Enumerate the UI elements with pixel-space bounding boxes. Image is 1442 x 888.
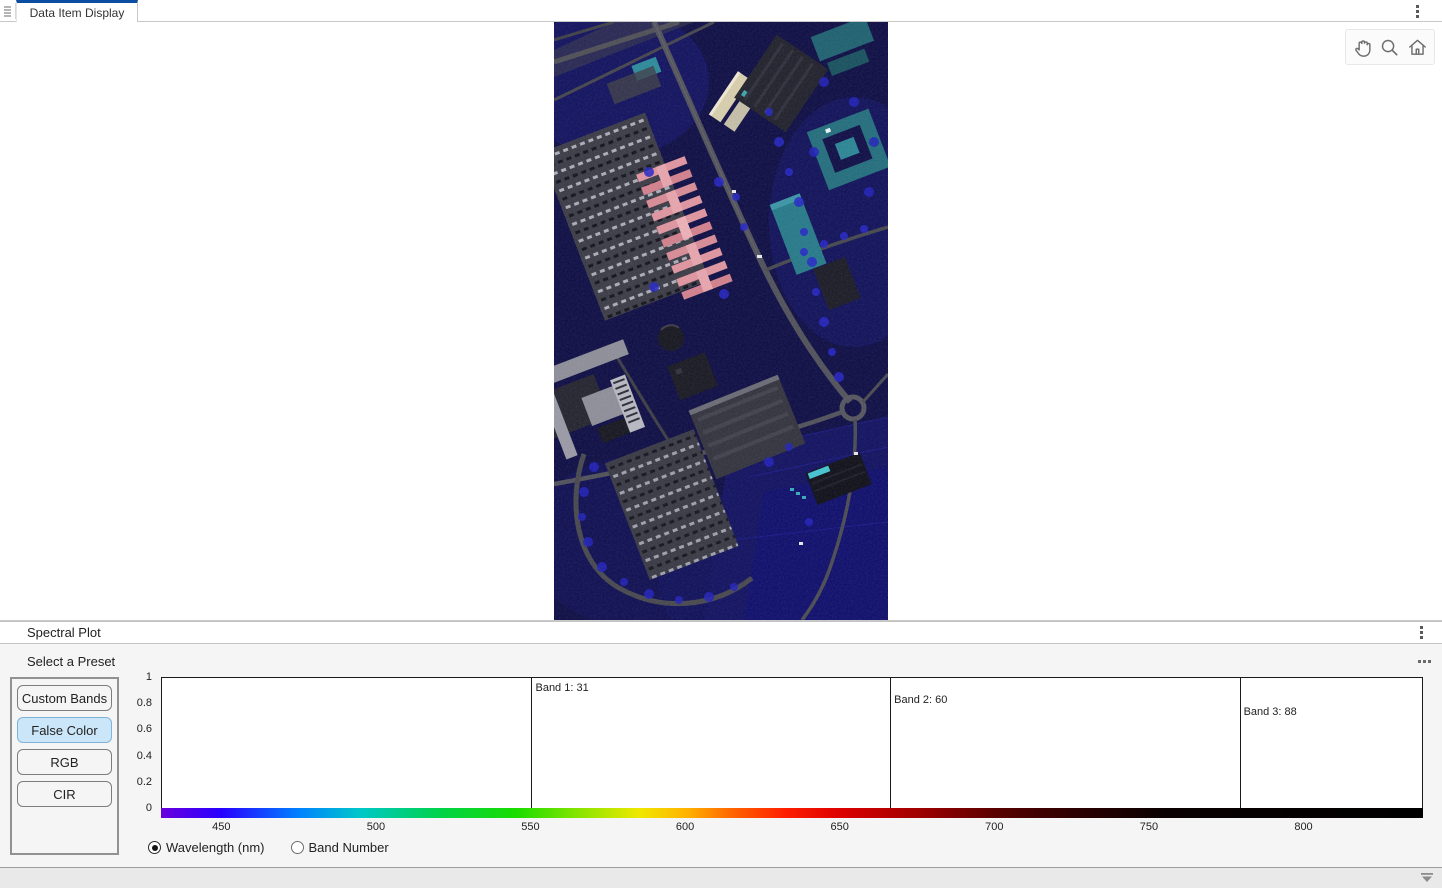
spectral-overflow-button[interactable]: [1416, 625, 1428, 641]
tab-overflow-button[interactable]: [1412, 4, 1424, 20]
y-tick-label: 0.2: [137, 776, 152, 788]
y-tick-label: 0.4: [137, 750, 152, 762]
x-tick-label: 500: [367, 821, 385, 833]
band-marker-line[interactable]: Band 1: 31: [531, 678, 532, 809]
band-marker-line[interactable]: Band 2: 60: [890, 678, 891, 809]
band-number-radio-option[interactable]: Band Number: [291, 840, 389, 855]
list-icon: [2, 3, 15, 19]
preset-button-label: False Color: [31, 723, 97, 738]
vertical-ellipsis-icon: [1420, 626, 1423, 629]
home-icon: [1406, 36, 1429, 59]
spectral-plot-title: Spectral Plot: [27, 622, 101, 643]
status-bar: [0, 867, 1442, 888]
preset-button-group: Custom Bands False Color RGB CIR: [10, 677, 119, 855]
data-item-display-area: [0, 22, 1442, 621]
preset-rgb-button[interactable]: RGB: [17, 749, 112, 775]
home-tool-button[interactable]: [1405, 35, 1430, 60]
band-marker-label: Band 2: 60: [890, 694, 947, 706]
radio-label: Wavelength (nm): [166, 840, 265, 855]
x-axis-unit-selector: Wavelength (nm) Band Number: [148, 840, 389, 855]
collapse-panel-button[interactable]: [1420, 872, 1434, 884]
plot-more-options-button[interactable]: [1418, 660, 1421, 663]
preset-button-label: RGB: [50, 755, 78, 770]
collapse-down-icon: [1420, 872, 1434, 884]
tab-data-item-display[interactable]: Data Item Display: [16, 0, 138, 22]
zoom-magnifier-icon: [1378, 36, 1401, 59]
hyperspectral-false-color-image[interactable]: [554, 22, 888, 620]
tab-list-button[interactable]: [2, 3, 16, 19]
x-tick-label: 600: [676, 821, 694, 833]
vertical-ellipsis-icon: [1416, 5, 1419, 8]
radio-button[interactable]: [291, 841, 304, 854]
select-preset-label: Select a Preset: [27, 654, 115, 669]
band-marker-line[interactable]: Band 3: 88: [1240, 678, 1241, 809]
radio-label: Band Number: [309, 840, 389, 855]
x-tick-label: 800: [1294, 821, 1312, 833]
pan-hand-icon: [1351, 36, 1374, 59]
band-marker-label: Band 3: 88: [1240, 706, 1297, 718]
pan-tool-button[interactable]: [1350, 35, 1375, 60]
zoom-tool-button[interactable]: [1377, 35, 1402, 60]
x-tick-label: 450: [212, 821, 230, 833]
y-tick-label: 1: [146, 671, 152, 683]
preset-custom-bands-button[interactable]: Custom Bands: [17, 685, 112, 711]
x-tick-label: 650: [831, 821, 849, 833]
preset-cir-button[interactable]: CIR: [17, 781, 112, 807]
radio-button[interactable]: [148, 841, 161, 854]
preset-button-label: Custom Bands: [22, 691, 107, 706]
tab-label: Data Item Display: [30, 6, 125, 20]
x-tick-label: 550: [521, 821, 539, 833]
spectral-plot-header: Spectral Plot: [0, 621, 1442, 644]
y-tick-column: 00.20.40.60.81: [126, 677, 156, 808]
axes-toolbar: [1345, 29, 1435, 65]
preset-button-label: CIR: [53, 787, 75, 802]
wavelength-radio-option[interactable]: Wavelength (nm): [148, 840, 265, 855]
tab-bar: Data Item Display: [0, 0, 1442, 22]
y-tick-label: 0.8: [137, 697, 152, 709]
x-tick-label: 700: [985, 821, 1003, 833]
x-tick-label: 750: [1140, 821, 1158, 833]
spectral-plot-panel: Select a Preset Custom Bands False Color…: [0, 644, 1442, 867]
spectrum-colorbar: [161, 808, 1423, 818]
preset-false-color-button[interactable]: False Color: [17, 717, 112, 743]
y-tick-label: 0.6: [137, 723, 152, 735]
x-tick-row: 450 500 550 600 650 700 750 800: [161, 821, 1421, 835]
spectral-plot-area[interactable]: Band 1: 31 Band 2: 60 Band 3: 88: [161, 677, 1423, 810]
band-marker-label: Band 1: 31: [531, 682, 588, 694]
y-tick-label: 0: [146, 802, 152, 814]
